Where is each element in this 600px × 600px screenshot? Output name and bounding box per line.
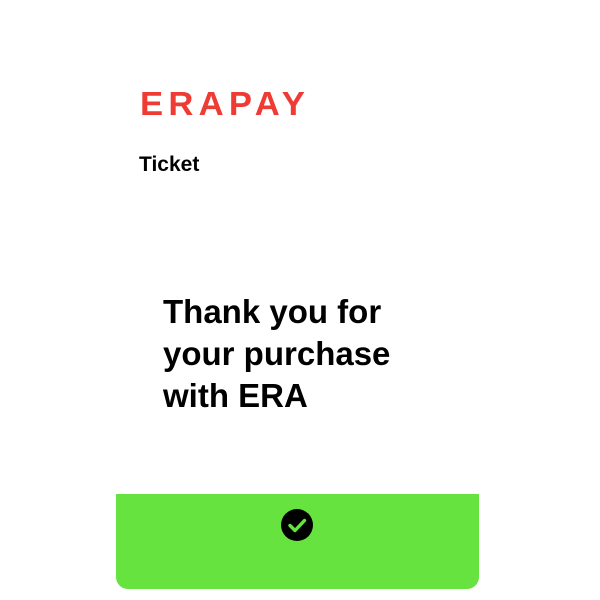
ticket-page: ERAPAY Ticket Thank you for your purchas…	[0, 0, 600, 600]
ticket-label: Ticket	[139, 153, 200, 176]
message-line: Thank you for	[163, 293, 382, 330]
check-circle-icon[interactable]	[281, 509, 313, 541]
thank-you-message: Thank you for your purchase with ERA	[163, 291, 463, 417]
message-line: your purchase	[163, 335, 391, 372]
message-line: with ERA	[163, 377, 308, 414]
erapay-logo: ERAPAY	[140, 85, 311, 122]
